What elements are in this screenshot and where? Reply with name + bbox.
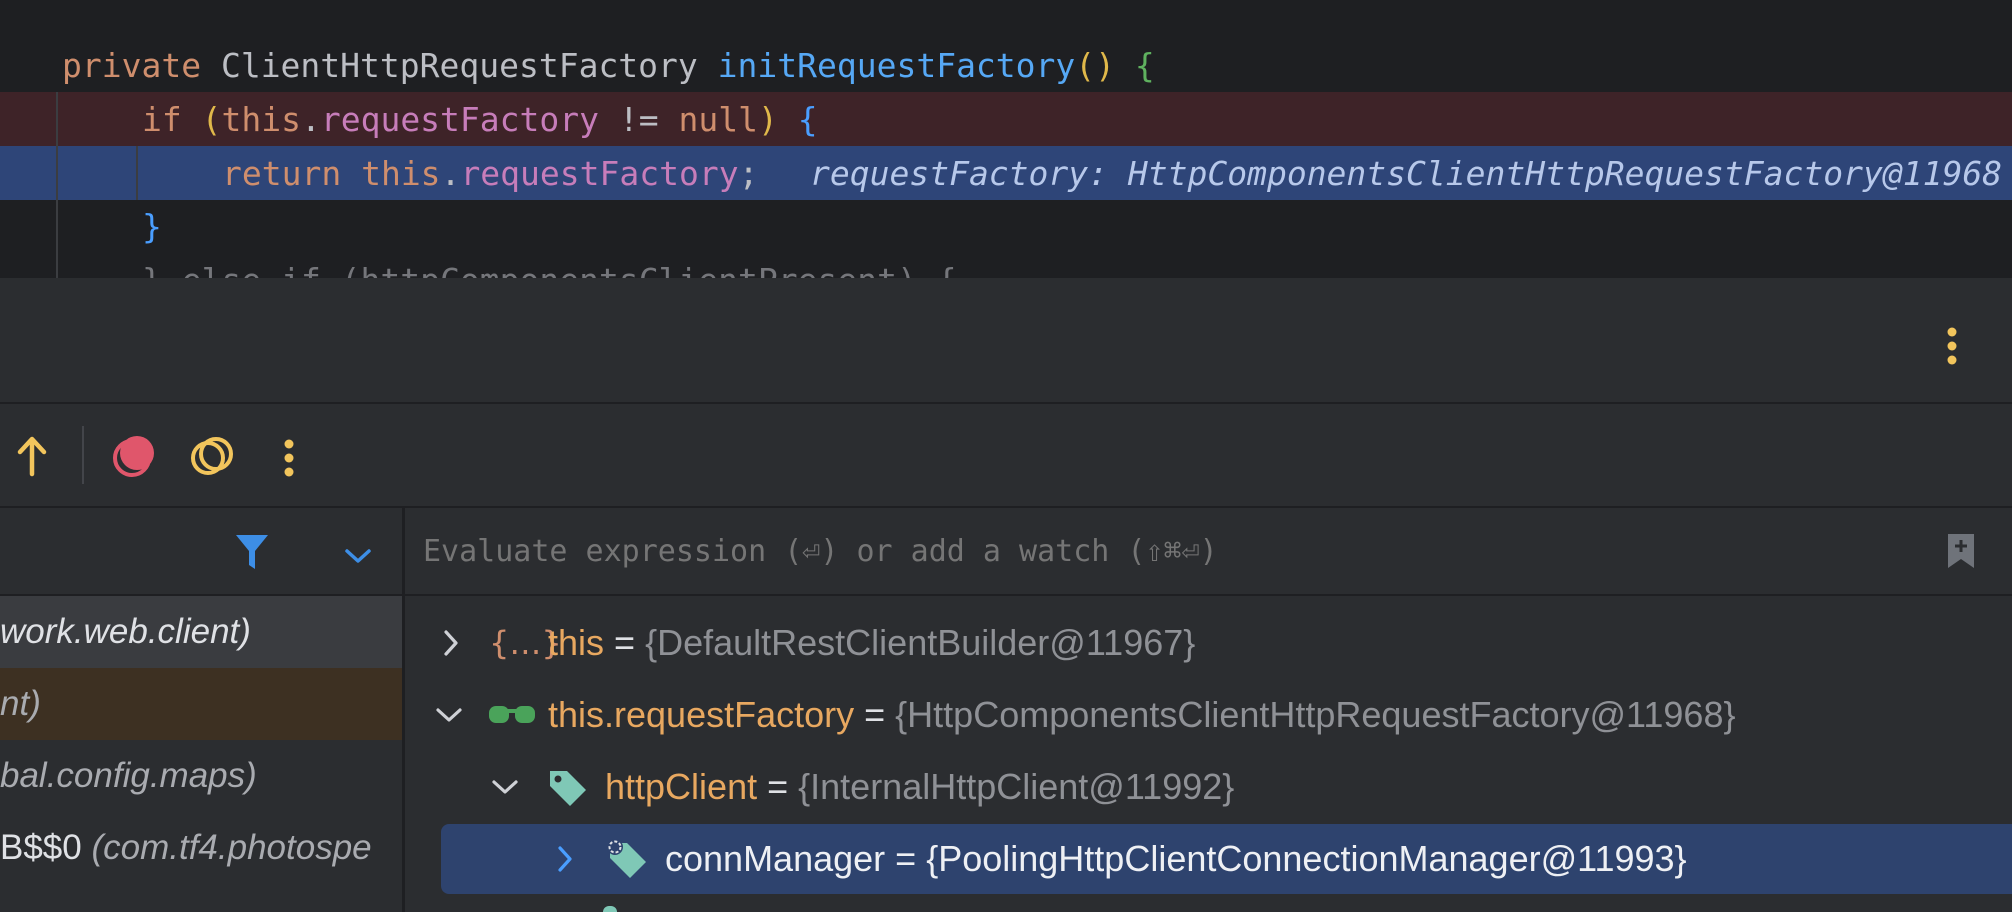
variable-row[interactable]: httpClient = {InternalHttpClient@11992} [405,752,2012,822]
code-token: requestFactory [320,100,599,139]
variable-equals: = [885,838,927,879]
code-line-text: if (this.requestFactory != null) { [142,93,818,147]
chevron-right-icon[interactable] [433,625,469,661]
variable-name: connManager [665,838,886,879]
code-editor[interactable]: private ClientHttpRequestFactory initReq… [0,0,2012,278]
variable-value: {DefaultRestClientBuilder@11967} [645,622,1196,663]
frame-label: nt) [0,684,41,723]
code-token: private [62,46,221,85]
frame-item[interactable]: nt) [0,668,402,740]
debug-toolbar [0,404,2012,508]
code-token: if [142,100,202,139]
inline-debug-value: requestFactory: HttpComponentsClientHttp… [810,154,2003,193]
code-token: . [300,100,321,139]
code-token: { [1134,46,1155,85]
variable-name: httpClient [605,766,758,807]
toolbar-separator [82,426,84,484]
variable-name: this.requestFactory [548,694,855,735]
frame-method: B$$0 [0,828,92,867]
variable-equals: = [604,622,646,663]
code-line-text: private ClientHttpRequestFactory initReq… [62,39,1155,93]
code-line-3[interactable]: return this.requestFactory; requestFacto… [0,147,2012,201]
code-line-2[interactable]: if (this.requestFactory != null) { [0,93,2012,147]
step-out-arrow-up-icon[interactable] [8,430,56,482]
evaluate-expression-bar [405,508,2012,596]
evaluate-expression-input[interactable] [421,522,1905,580]
chevron-down-icon[interactable] [338,536,378,576]
frame-label: (com.tf4.photospe [91,828,372,867]
more-options-icon[interactable] [1936,318,1968,374]
variable-value: {HttpComponentsClientHttpRequestFactory@… [895,694,1736,735]
partial-next-row-icon [603,906,617,912]
code-line-text: return this.requestFactory; [222,147,758,201]
code-token: return [222,154,362,193]
filter-icon[interactable] [228,528,276,576]
code-line-1[interactable]: private ClientHttpRequestFactory initReq… [0,39,2012,93]
add-to-watches-icon[interactable] [1941,530,1981,572]
variable-value: {InternalHttpClient@11992} [798,766,1235,807]
code-token: { [797,100,818,139]
variables-panel: {…} this = {DefaultRestClientBuilder@119… [405,508,2012,912]
code-token: this [221,100,301,139]
frames-panel: work.web.client) nt) bal.config.maps) B$… [0,508,402,912]
code-line-text: } else if (httpComponentsClientPresent) … [142,254,957,278]
code-token: null [678,100,758,139]
frame-item[interactable]: B$$0 (com.tf4.photospe [0,812,402,884]
variable-row-selected[interactable]: connManager = {PoolingHttpClientConnecti… [441,824,2012,894]
mute-breakpoints-icon[interactable] [186,430,238,482]
final-field-tag-icon [603,836,651,882]
variable-equals: = [757,766,799,807]
code-token: initRequestFactory [717,46,1076,85]
code-token: ; [738,154,759,193]
code-token: } [142,207,162,246]
chevron-down-icon[interactable] [431,697,467,733]
field-tag-icon [545,766,591,810]
frame-item[interactable]: bal.config.maps) [0,740,402,812]
variable-equals: = [854,694,896,735]
view-breakpoints-icon[interactable] [108,430,160,482]
code-token: ) [757,100,778,139]
code-token: () [1075,46,1116,85]
watch-glasses-icon [487,696,537,734]
more-vertical-icon[interactable] [272,432,306,484]
frames-header [0,508,402,596]
code-line-4[interactable]: } [0,200,2012,254]
debug-tool-window-header [0,278,2012,404]
chevron-right-icon[interactable] [547,841,583,877]
variable-name: this [548,622,605,663]
code-token: ClientHttpRequestFactory [220,46,718,85]
frame-label: bal.config.maps) [0,756,257,795]
variable-row[interactable]: this.requestFactory = {HttpComponentsCli… [405,680,2012,750]
code-token: ( [201,100,222,139]
chevron-down-icon[interactable] [487,769,523,805]
code-token: . [440,154,461,193]
code-line-text: } [142,200,162,254]
code-token: } else if (httpComponentsClientPresent) … [142,261,957,278]
variable-value: {PoolingHttpClientConnectionManager@1199… [926,838,1687,879]
variable-row[interactable]: {…} this = {DefaultRestClientBuilder@119… [405,608,2012,678]
frame-item[interactable]: work.web.client) [0,596,402,668]
code-line-5[interactable]: } else if (httpComponentsClientPresent) … [0,254,2012,278]
code-token: requestFactory [460,154,739,193]
frame-label: work.web.client) [0,612,251,651]
code-token: != [599,100,679,139]
code-token: this [361,154,441,193]
